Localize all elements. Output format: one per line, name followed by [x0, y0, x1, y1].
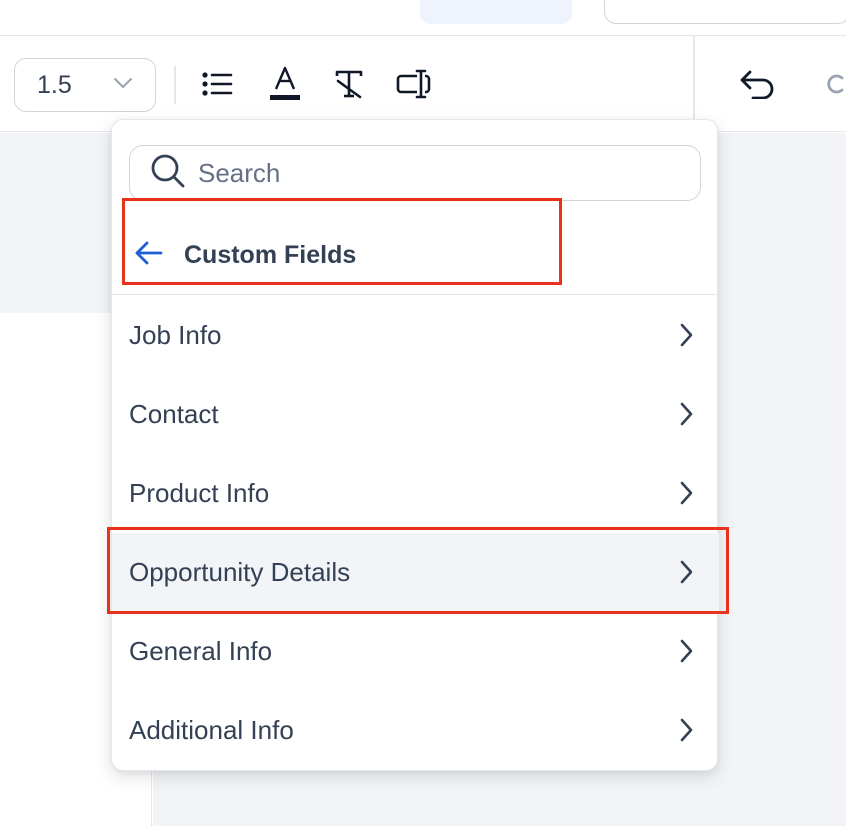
text-field-icon[interactable]	[393, 64, 433, 104]
chevron-down-icon	[113, 76, 133, 95]
editor-toolbar: 1.5	[0, 36, 846, 132]
menu-item-label: Opportunity Details	[129, 557, 351, 587]
menu-item-general-info[interactable]: General Info	[112, 612, 719, 691]
bulleted-list-icon[interactable]	[197, 64, 237, 104]
menu-item-label: General Info	[129, 636, 273, 666]
menu-item-opportunity-details[interactable]: Opportunity Details	[112, 533, 719, 612]
menu-item-label: Contact	[129, 399, 219, 429]
menu-item-label: Product Info	[129, 478, 270, 508]
chevron-right-icon	[679, 402, 693, 431]
chevron-right-icon	[679, 560, 693, 589]
search-icon	[150, 153, 186, 194]
chevron-right-icon	[679, 481, 693, 510]
custom-field-list: Job Info Contact Product Info Opportunit…	[112, 296, 719, 770]
dropdown-divider	[112, 294, 719, 295]
line-height-select[interactable]: 1.5	[14, 58, 156, 112]
chevron-right-icon	[679, 323, 693, 352]
menu-item-job-info[interactable]: Job Info	[112, 296, 719, 375]
menu-item-label: Job Info	[129, 320, 222, 350]
search-input[interactable]	[198, 157, 678, 189]
chevron-right-icon	[679, 639, 693, 668]
menu-item-label: Additional Info	[129, 715, 294, 745]
back-to-custom-fields[interactable]: Custom Fields	[112, 216, 719, 294]
text-color-icon[interactable]	[265, 64, 305, 104]
toolbar-divider	[174, 66, 176, 104]
toolbar-section-divider	[693, 36, 695, 132]
top-tab-active[interactable]	[420, 0, 572, 24]
chevron-right-icon	[679, 718, 693, 747]
top-field[interactable]	[604, 0, 846, 24]
undo-icon[interactable]	[738, 64, 778, 104]
clear-formatting-icon[interactable]	[329, 64, 369, 104]
menu-item-additional-info[interactable]: Additional Info	[112, 691, 719, 770]
custom-fields-dropdown: Custom Fields Job Info Contact Product I…	[111, 119, 719, 771]
redo-icon[interactable]	[826, 64, 846, 104]
search-box[interactable]	[129, 145, 701, 201]
menu-item-product-info[interactable]: Product Info	[112, 454, 719, 533]
dropdown-title: Custom Fields	[184, 240, 357, 269]
arrow-left-icon	[134, 240, 164, 271]
line-height-value: 1.5	[37, 70, 72, 99]
menu-item-contact[interactable]: Contact	[112, 375, 719, 454]
top-bar	[0, 0, 846, 36]
